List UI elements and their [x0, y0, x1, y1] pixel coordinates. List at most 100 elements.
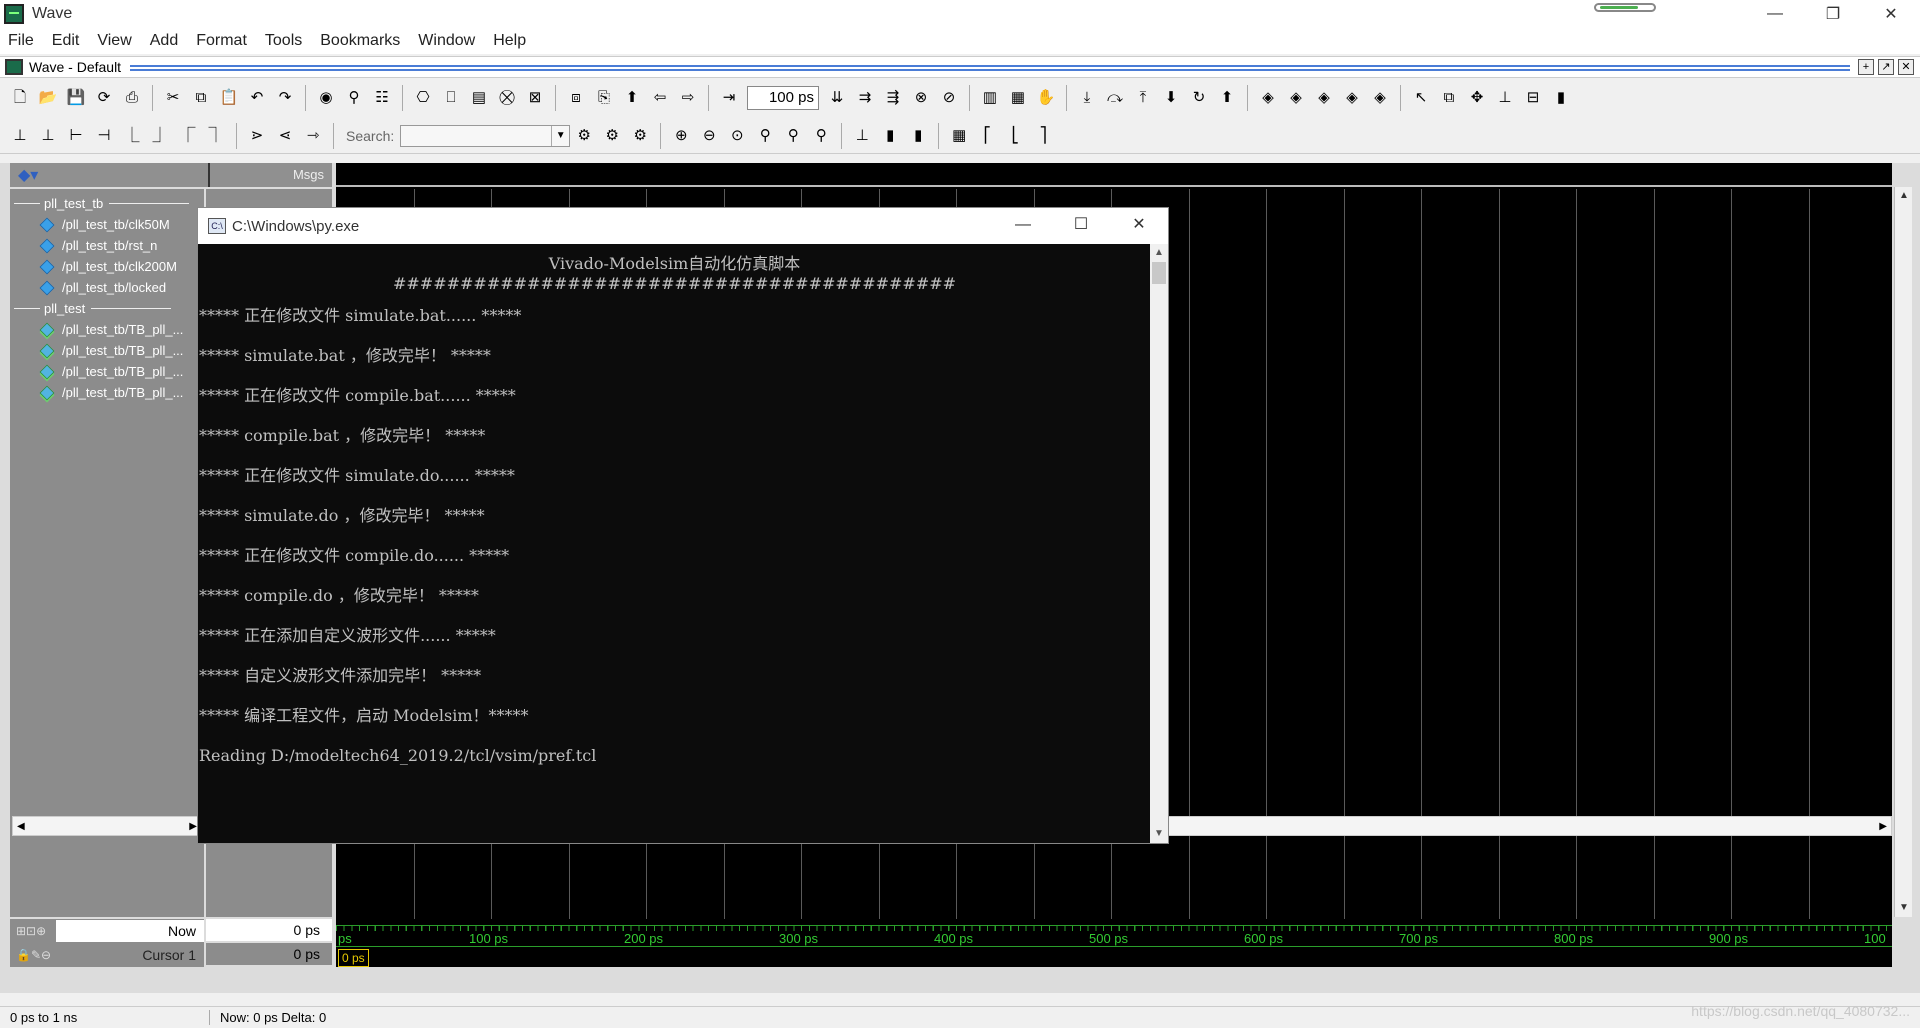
- signal-row[interactable]: /pll_test_tb/TB_pll_...: [10, 319, 204, 340]
- insert-cursor-icon[interactable]: ⊟: [1523, 88, 1543, 108]
- zoom-out-icon[interactable]: ⊖: [699, 126, 719, 146]
- scroll-down-icon[interactable]: ▼: [1150, 825, 1168, 843]
- cursor-marker[interactable]: 0 ps: [338, 949, 369, 967]
- signal-row[interactable]: /pll_test_tb/locked: [10, 277, 204, 298]
- undock-button[interactable]: ↗: [1878, 59, 1894, 75]
- add-signal-icon[interactable]: ⊥: [38, 126, 58, 146]
- signal-row[interactable]: /pll_test_tb/clk200M: [10, 256, 204, 277]
- performance-icon[interactable]: ▥: [980, 88, 1000, 108]
- save-icon[interactable]: 💾: [66, 88, 86, 108]
- wave-format-3-icon[interactable]: ▮: [908, 126, 928, 146]
- restore-button[interactable]: ❐: [1804, 0, 1862, 28]
- zoom-cursor-icon[interactable]: ⚲: [755, 126, 775, 146]
- compile-all-icon[interactable]: ⎕: [441, 88, 461, 108]
- zoom-area-icon[interactable]: ⚲: [811, 126, 831, 146]
- signal-row[interactable]: /pll_test_tb/clk50M: [10, 214, 204, 235]
- expand-dropdown-icon[interactable]: ⋗: [247, 126, 267, 146]
- search-prev-icon[interactable]: ⚙: [574, 126, 594, 146]
- next-falling-icon[interactable]: ⏋: [206, 126, 226, 146]
- wave-style-3-icon[interactable]: ⎣: [1005, 126, 1025, 146]
- hierarchy-icon[interactable]: ☷: [372, 88, 392, 108]
- layout-3-icon[interactable]: ◈: [1314, 88, 1334, 108]
- menu-file[interactable]: File: [8, 32, 34, 50]
- prev-transition-icon[interactable]: ⎿: [122, 126, 142, 146]
- signal-row[interactable]: /pll_test_tb/TB_pll_...: [10, 361, 204, 382]
- signal-row[interactable]: /pll_test_tb/rst_n: [10, 235, 204, 256]
- minimize-button[interactable]: —: [1746, 0, 1804, 28]
- signal-select-icon[interactable]: ◆▾: [18, 165, 38, 185]
- step-into-dropdown-icon[interactable]: ⬇: [1161, 88, 1181, 108]
- menu-window[interactable]: Window: [418, 32, 475, 50]
- console-minimize-button[interactable]: —: [994, 208, 1052, 244]
- menu-tools[interactable]: Tools: [265, 32, 302, 50]
- step-out-icon[interactable]: ⤒: [1133, 88, 1153, 108]
- menu-help[interactable]: Help: [493, 32, 526, 50]
- menu-bookmarks[interactable]: Bookmarks: [320, 32, 400, 50]
- prev-edge-icon[interactable]: ⊢: [66, 126, 86, 146]
- step-over-dropdown-icon[interactable]: ↻: [1189, 88, 1209, 108]
- wave-style-1-icon[interactable]: ▦: [949, 126, 969, 146]
- time-ruler[interactable]: ps 100 ps 200 ps 300 ps 400 ps 500 ps 600 ps 70…: [336, 919, 1892, 967]
- menu-edit[interactable]: Edit: [52, 32, 80, 50]
- step-over-icon[interactable]: ⤼: [1105, 88, 1125, 108]
- run-length-input[interactable]: 100 ps: [747, 86, 819, 110]
- search-input[interactable]: ▼: [400, 124, 571, 147]
- traffic-light-icon[interactable]: ▮: [1551, 88, 1571, 108]
- restart-icon[interactable]: ⧈: [566, 88, 586, 108]
- up-arrow-icon[interactable]: ⬆: [622, 88, 642, 108]
- scroll-down-icon[interactable]: ▼: [1895, 899, 1913, 917]
- menu-format[interactable]: Format: [196, 32, 247, 50]
- step-into-icon[interactable]: ⤓: [1077, 88, 1097, 108]
- zoom-mode-icon[interactable]: ⧉: [1439, 88, 1459, 108]
- find-binoculars-icon[interactable]: ⚲: [344, 88, 364, 108]
- next-edge-icon[interactable]: ⊣: [94, 126, 114, 146]
- next-transition-icon[interactable]: ⏌: [150, 126, 170, 146]
- back-arrow-icon[interactable]: ⇦: [650, 88, 670, 108]
- dock-button[interactable]: +: [1858, 59, 1874, 75]
- search-options-icon[interactable]: ⚙: [630, 126, 650, 146]
- hand-icon[interactable]: ✋: [1036, 88, 1056, 108]
- paste-icon[interactable]: 📋: [219, 88, 239, 108]
- prev-falling-icon[interactable]: ⎾: [178, 126, 198, 146]
- console-maximize-button[interactable]: ☐: [1052, 208, 1110, 244]
- run-length-icon[interactable]: ⇥: [719, 88, 739, 108]
- layout-1-icon[interactable]: ◈: [1258, 88, 1278, 108]
- copy-icon[interactable]: ⧉: [191, 88, 211, 108]
- console-window[interactable]: C:\ C:\Windows\py.exe — ☐ ✕ Vivado-Model…: [197, 207, 1169, 844]
- memory-icon[interactable]: ▦: [1008, 88, 1028, 108]
- wave-format-2-icon[interactable]: ▮: [880, 126, 900, 146]
- scroll-up-icon[interactable]: ▲: [1895, 187, 1913, 205]
- zoom-range-icon[interactable]: ⚲: [783, 126, 803, 146]
- menu-view[interactable]: View: [97, 32, 131, 50]
- zoom-full-icon[interactable]: ⊙: [727, 126, 747, 146]
- break-run-icon[interactable]: ⊗: [911, 88, 931, 108]
- compile-icon[interactable]: ⎔: [413, 88, 433, 108]
- layout-4-icon[interactable]: ◈: [1342, 88, 1362, 108]
- step-dropdown-icon[interactable]: ⎘: [594, 88, 614, 108]
- cursor-lock-icon[interactable]: 🔒✎⊖: [10, 943, 56, 967]
- console-scrollbar[interactable]: ▲ ▼: [1150, 244, 1168, 843]
- pan-icon[interactable]: ✥: [1467, 88, 1487, 108]
- scroll-right-icon[interactable]: ▶: [1879, 821, 1887, 832]
- step-out-dropdown-icon[interactable]: ⬆: [1217, 88, 1237, 108]
- vertical-scrollbar[interactable]: ▲ ▼: [1894, 187, 1912, 917]
- search-dropdown-icon[interactable]: ▼: [551, 125, 569, 146]
- signal-row[interactable]: /pll_test_tb/TB_pll_...: [10, 382, 204, 403]
- layout-2-icon[interactable]: ◈: [1286, 88, 1306, 108]
- cursor-row[interactable]: 🔒✎⊖ Cursor 1: [10, 943, 204, 967]
- scroll-up-icon[interactable]: ▲: [1150, 244, 1168, 262]
- drag-grip[interactable]: [130, 65, 1850, 71]
- console-scroll-thumb[interactable]: [1152, 262, 1166, 284]
- forward-arrow-icon[interactable]: ⇨: [678, 88, 698, 108]
- continue-icon[interactable]: ⇉: [855, 88, 875, 108]
- cut-icon[interactable]: ✂: [163, 88, 183, 108]
- close-button[interactable]: ✕: [1862, 0, 1920, 28]
- group-divider[interactable]: pll_test: [10, 298, 172, 319]
- redo-icon[interactable]: ↷: [275, 88, 295, 108]
- stop-icon[interactable]: ⊠: [525, 88, 545, 108]
- scroll-right-icon[interactable]: ▶: [189, 821, 197, 832]
- cursor-tools-icon[interactable]: ⊞⊡⊕: [10, 919, 56, 943]
- help-icon[interactable]: ◉: [316, 88, 336, 108]
- break-icon[interactable]: ⛒: [497, 88, 517, 108]
- zoom-in-icon[interactable]: ⊕: [671, 126, 691, 146]
